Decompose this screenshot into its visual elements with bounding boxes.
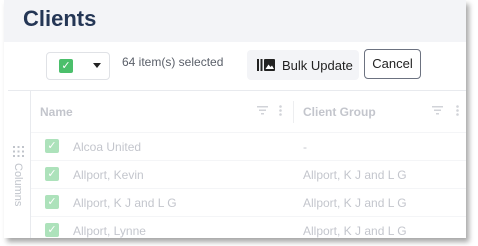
client-group: Allport, K J and L G xyxy=(303,224,407,238)
column-divider[interactable] xyxy=(293,101,294,123)
more-vertical-icon[interactable] xyxy=(456,105,459,116)
row-checkbox[interactable]: ✓ xyxy=(45,195,59,209)
column-header-client-group[interactable]: Client Group xyxy=(303,105,376,119)
client-name: Allport, K J and L G xyxy=(73,196,177,210)
table-row[interactable]: ✓ Allport, Kevin Allport, K J and L G xyxy=(31,161,466,189)
chevron-down-icon[interactable] xyxy=(93,63,101,68)
table-row[interactable]: ✓ Allport, K J and L G Allport, K J and … xyxy=(31,189,466,217)
filter-icon[interactable] xyxy=(432,106,443,115)
row-checkbox[interactable]: ✓ xyxy=(45,139,59,153)
row-checkbox[interactable]: ✓ xyxy=(45,223,59,237)
bulk-update-label: Bulk Update xyxy=(282,58,353,73)
client-group: Allport, K J and L G xyxy=(303,168,407,182)
clients-window: Clients ✓ 64 item(s) selected Bulk Updat… xyxy=(4,0,466,238)
more-vertical-icon[interactable] xyxy=(279,105,282,116)
client-name: Allport, Kevin xyxy=(73,168,144,182)
select-all-checkbox[interactable]: ✓ xyxy=(59,59,73,73)
selected-count: 64 item(s) selected xyxy=(122,55,224,69)
page-title: Clients xyxy=(23,6,97,31)
bulk-update-icon xyxy=(257,59,275,71)
select-all-dropdown[interactable]: ✓ xyxy=(46,52,110,80)
client-group: - xyxy=(303,140,307,154)
table-row[interactable]: ✓ Alcoa United - xyxy=(31,133,466,161)
grid-body: Name Client Group ✓ Alcoa United - ✓ All… xyxy=(31,91,466,238)
clients-grid: Columns Name Client Group ✓ Alcoa United… xyxy=(8,90,466,238)
columns-grid-icon xyxy=(13,146,24,157)
columns-panel-toggle[interactable]: Columns xyxy=(8,91,31,238)
cancel-button[interactable]: Cancel xyxy=(364,49,421,79)
table-header-row: Name Client Group xyxy=(31,91,466,133)
columns-label: Columns xyxy=(12,163,24,207)
column-header-name[interactable]: Name xyxy=(40,105,73,119)
client-name: Alcoa United xyxy=(73,140,142,154)
page-header: Clients xyxy=(4,0,466,42)
bulk-update-button[interactable]: Bulk Update xyxy=(247,50,359,80)
table-row[interactable]: ✓ Allport, Lynne Allport, K J and L G xyxy=(31,217,466,238)
filter-icon[interactable] xyxy=(257,106,268,115)
client-group: Allport, K J and L G xyxy=(303,196,407,210)
row-checkbox[interactable]: ✓ xyxy=(45,167,59,181)
selection-toolbar: ✓ 64 item(s) selected Bulk Update Cancel xyxy=(4,42,466,92)
client-name: Allport, Lynne xyxy=(73,224,146,238)
